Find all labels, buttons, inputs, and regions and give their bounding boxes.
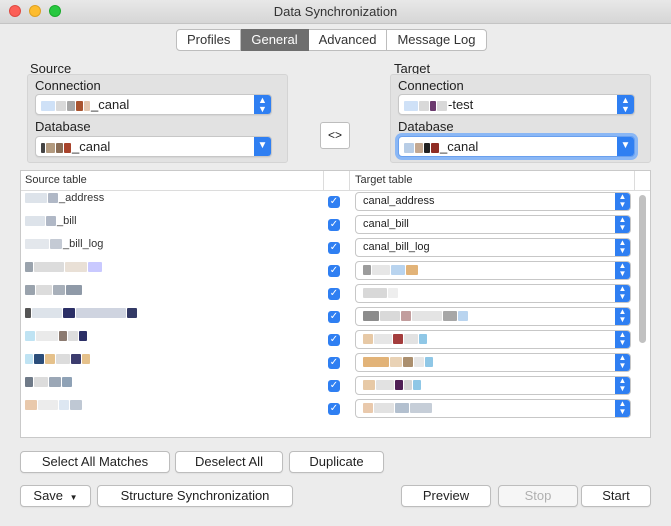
save-menu-button[interactable]: Save ▼ xyxy=(20,485,91,507)
source-database-label: Database xyxy=(35,119,91,134)
checkmark-icon[interactable]: ✓ xyxy=(328,334,340,346)
window-title: Data Synchronization xyxy=(273,4,398,19)
source-connection-select[interactable]: _canal ▲ ▼ xyxy=(35,94,272,115)
target-table-select[interactable]: ▲ ▼ xyxy=(355,330,631,349)
tab-bar: Profiles General Advanced Message Log xyxy=(176,29,487,51)
updown-chevron-icon: ▲ ▼ xyxy=(617,95,634,114)
source-database-value: _canal xyxy=(72,139,111,154)
table-row: ✓ ▲ ▼ xyxy=(21,352,637,375)
table-row: ✓ ▲ ▼ xyxy=(21,260,637,283)
source-connection-value: _canal xyxy=(91,97,130,112)
select-all-matches-button[interactable]: Select All Matches xyxy=(20,451,170,473)
table-row: _address ✓ canal_address ▲ ▼ xyxy=(21,191,637,214)
checkmark-icon[interactable]: ✓ xyxy=(328,288,340,300)
structure-synchronization-button[interactable]: Structure Synchronization xyxy=(97,485,293,507)
updown-chevron-icon: ▲ ▼ xyxy=(615,308,630,325)
window-titlebar: Data Synchronization xyxy=(0,0,671,24)
stop-button[interactable]: Stop xyxy=(498,485,578,507)
table-row: ✓ ▲ ▼ xyxy=(21,375,637,398)
target-connection-value: -test xyxy=(448,97,474,112)
checkmark-icon[interactable]: ✓ xyxy=(328,311,340,323)
source-table-name: _bill_log xyxy=(63,238,104,250)
updown-chevron-icon: ▲ ▼ xyxy=(615,193,630,210)
table-row: ✓ ▲ ▼ xyxy=(21,398,637,421)
target-table-select[interactable]: ▲ ▼ xyxy=(355,353,631,372)
table-row: ✓ ▲ ▼ xyxy=(21,329,637,352)
chevron-down-icon: ▼ xyxy=(69,493,78,502)
table-row: ✓ ▲ ▼ xyxy=(21,283,637,306)
checkmark-icon[interactable]: ✓ xyxy=(328,265,340,277)
target-table-select[interactable]: ▲ ▼ xyxy=(355,399,631,418)
swap-source-target-button[interactable]: <> xyxy=(320,122,350,149)
updown-chevron-icon: ▲ ▼ xyxy=(615,216,630,233)
checkmark-icon[interactable]: ✓ xyxy=(328,242,340,254)
checkmark-icon[interactable]: ✓ xyxy=(328,196,340,208)
updown-chevron-icon: ▲ ▼ xyxy=(615,400,630,417)
source-connection-label: Connection xyxy=(35,78,101,93)
target-table-name: canal_bill_log xyxy=(363,241,430,253)
source-database-select[interactable]: _canal ▼ xyxy=(35,136,272,157)
preview-button[interactable]: Preview xyxy=(401,485,491,507)
checkmark-icon[interactable]: ✓ xyxy=(328,219,340,231)
source-table-header: Source table xyxy=(25,174,87,186)
target-connection-select[interactable]: -test ▲ ▼ xyxy=(398,94,635,115)
updown-chevron-icon: ▲ ▼ xyxy=(615,262,630,279)
target-database-label: Database xyxy=(398,119,454,134)
chevron-down-icon: ▼ xyxy=(254,137,271,156)
target-table-header: Target table xyxy=(355,174,413,186)
tab-profiles[interactable]: Profiles xyxy=(176,29,242,51)
checkmark-icon[interactable]: ✓ xyxy=(328,403,340,415)
target-table-select[interactable]: ▲ ▼ xyxy=(355,261,631,280)
target-table-select[interactable]: canal_address ▲ ▼ xyxy=(355,192,631,211)
target-table-name: canal_bill xyxy=(363,218,409,230)
updown-chevron-icon: ▲ ▼ xyxy=(254,95,271,114)
tab-general[interactable]: General xyxy=(241,29,309,51)
target-table-select[interactable]: ▲ ▼ xyxy=(355,376,631,395)
updown-chevron-icon: ▲ ▼ xyxy=(615,285,630,302)
table-header: Source table Target table xyxy=(21,171,650,191)
updown-chevron-icon: ▲ ▼ xyxy=(615,239,630,256)
target-database-value: _canal xyxy=(440,139,479,154)
source-table-name: _bill xyxy=(57,215,77,227)
table-row: ✓ ▲ ▼ xyxy=(21,306,637,329)
target-table-select[interactable]: canal_bill_log ▲ ▼ xyxy=(355,238,631,257)
target-table-select[interactable]: ▲ ▼ xyxy=(355,284,631,303)
target-database-select[interactable]: _canal ▼ xyxy=(398,136,635,157)
table-row: _bill_log ✓ canal_bill_log ▲ ▼ xyxy=(21,237,637,260)
updown-chevron-icon: ▲ ▼ xyxy=(615,354,630,371)
start-button[interactable]: Start xyxy=(581,485,651,507)
table-row: _bill ✓ canal_bill ▲ ▼ xyxy=(21,214,637,237)
duplicate-button[interactable]: Duplicate xyxy=(289,451,384,473)
updown-chevron-icon: ▲ ▼ xyxy=(615,331,630,348)
chevron-down-icon: ▼ xyxy=(617,137,634,156)
source-table-name: _address xyxy=(59,192,105,204)
checkmark-icon[interactable]: ✓ xyxy=(328,380,340,392)
checkmark-icon[interactable]: ✓ xyxy=(328,357,340,369)
tab-message-log[interactable]: Message Log xyxy=(387,29,487,51)
save-button-label: Save xyxy=(33,488,64,503)
tab-advanced[interactable]: Advanced xyxy=(308,29,388,51)
target-connection-label: Connection xyxy=(398,78,464,93)
target-table-name: canal_address xyxy=(363,195,435,207)
table-mapping-list[interactable]: Source table Target table _address ✓ can… xyxy=(20,170,651,438)
table-scrollbar[interactable] xyxy=(639,195,646,343)
updown-chevron-icon: ▲ ▼ xyxy=(615,377,630,394)
target-table-select[interactable]: canal_bill ▲ ▼ xyxy=(355,215,631,234)
target-table-select[interactable]: ▲ ▼ xyxy=(355,307,631,326)
deselect-all-button[interactable]: Deselect All xyxy=(175,451,283,473)
